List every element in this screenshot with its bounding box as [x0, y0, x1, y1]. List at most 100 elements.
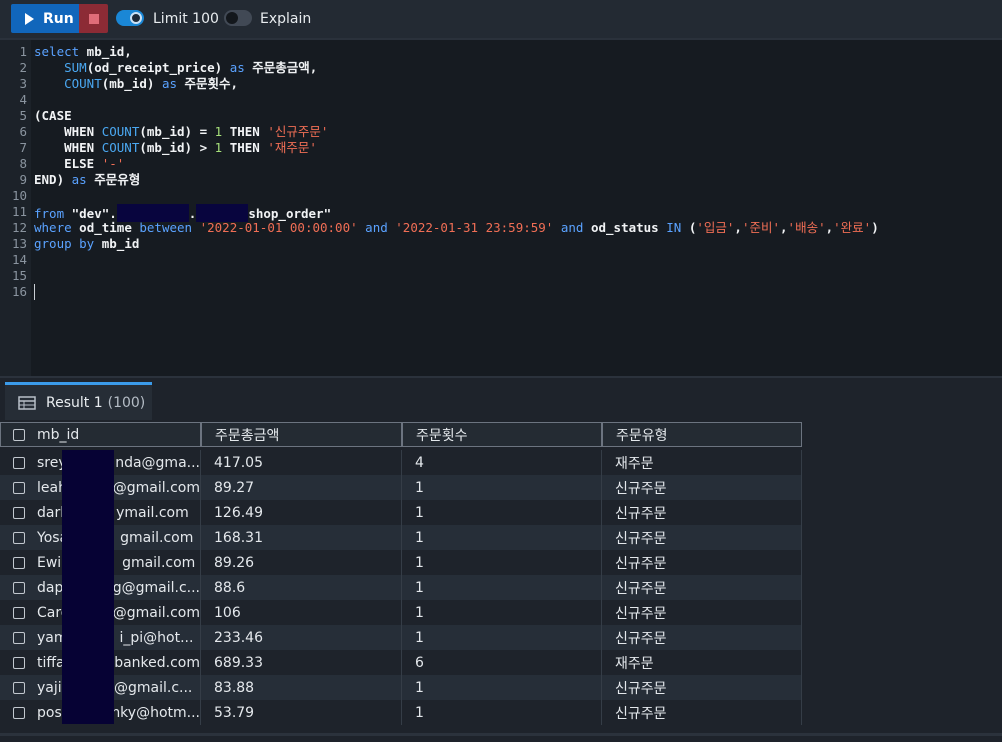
column-header-mb-id[interactable]: mb_id — [0, 422, 201, 447]
cell-value: 신규주문 — [615, 630, 667, 647]
column-header-total[interactable]: 주문총금액 — [201, 422, 402, 447]
cell-type[interactable]: 신규주문 — [602, 700, 802, 725]
code-line-5[interactable]: (CASE — [34, 108, 72, 124]
table-row[interactable]: srey nda@gma... 417.05 4 재주문 — [0, 450, 802, 475]
code-line-13[interactable]: group by mb_id — [34, 236, 139, 252]
text-cursor — [34, 284, 35, 300]
limit-toggle[interactable] — [116, 10, 144, 26]
cell-value: 신규주문 — [615, 480, 667, 497]
mb-id-suffix: nky@hotm... — [111, 704, 200, 721]
code-line-8[interactable]: ELSE '-' — [34, 156, 124, 172]
column-header-count[interactable]: 주문횟수 — [402, 422, 602, 447]
row-checkbox[interactable] — [13, 481, 25, 494]
cell-total[interactable]: 106 — [201, 600, 402, 625]
table-row[interactable]: posi nky@hotm... 53.79 1 신규주문 — [0, 700, 802, 725]
code-line-7[interactable]: WHEN COUNT(mb_id) > 1 THEN '재주문' — [34, 140, 317, 156]
cell-total[interactable]: 417.05 — [201, 450, 402, 475]
run-label: Run — [43, 10, 74, 27]
tab-result-1[interactable]: Result 1 (100) — [5, 382, 152, 420]
cell-total[interactable]: 168.31 — [201, 525, 402, 550]
cell-count[interactable]: 4 — [402, 450, 602, 475]
mb-id-suffix: @gmail.com — [112, 479, 200, 496]
row-checkbox[interactable] — [13, 506, 25, 519]
table-row[interactable]: yaji @gmail.c... 83.88 1 신규주문 — [0, 675, 802, 700]
cell-value: 1 — [415, 579, 424, 596]
cell-total[interactable]: 88.6 — [201, 575, 402, 600]
cell-value: 신규주문 — [615, 530, 667, 547]
table-row[interactable]: Ewin gmail.com 89.26 1 신규주문 — [0, 550, 802, 575]
row-checkbox[interactable] — [13, 706, 25, 719]
line-number: 1 — [19, 44, 27, 59]
cell-total[interactable]: 89.27 — [201, 475, 402, 500]
cell-count[interactable]: 1 — [402, 675, 602, 700]
row-checkbox[interactable] — [13, 631, 25, 644]
cell-count[interactable]: 1 — [402, 575, 602, 600]
cell-count[interactable]: 1 — [402, 525, 602, 550]
cell-type[interactable]: 신규주문 — [602, 475, 802, 500]
row-checkbox[interactable] — [13, 531, 25, 544]
cell-type[interactable]: 재주문 — [602, 650, 802, 675]
table-row[interactable]: Yosa gmail.com 168.31 1 신규주문 — [0, 525, 802, 550]
cell-total[interactable]: 689.33 — [201, 650, 402, 675]
cell-count[interactable]: 1 — [402, 600, 602, 625]
run-button[interactable]: Run — [11, 4, 79, 33]
cell-value: 233.46 — [214, 629, 263, 646]
explain-toggle[interactable] — [224, 10, 252, 26]
cell-total[interactable]: 53.79 — [201, 700, 402, 725]
cell-type[interactable]: 신규주문 — [602, 675, 802, 700]
row-checkbox[interactable] — [13, 681, 25, 694]
cell-type[interactable]: 신규주문 — [602, 525, 802, 550]
cell-value: 89.26 — [214, 554, 255, 571]
code-line-6[interactable]: WHEN COUNT(mb_id) = 1 THEN '신규주문' — [34, 124, 328, 140]
table-scrollbar[interactable] — [0, 727, 1002, 742]
table-row[interactable]: Caro @gmail.com 106 1 신규주문 — [0, 600, 802, 625]
cell-count[interactable]: 1 — [402, 500, 602, 525]
cell-total[interactable]: 126.49 — [201, 500, 402, 525]
row-checkbox[interactable] — [13, 456, 25, 469]
line-number: 8 — [19, 156, 27, 171]
cell-type[interactable]: 신규주문 — [602, 625, 802, 650]
cell-count[interactable]: 1 — [402, 625, 602, 650]
sql-editor[interactable]: 1 2 3 4 5 6 7 8 9 10 11 12 13 14 15 16 select mb_id, SU… — [0, 38, 1002, 380]
cell-total[interactable]: 83.88 — [201, 675, 402, 700]
row-checkbox[interactable] — [13, 581, 25, 594]
code-line-2[interactable]: SUM(od_receipt_price) as 주문총금액, — [34, 60, 317, 76]
cell-count[interactable]: 1 — [402, 475, 602, 500]
table-row[interactable]: dap g@gmail.c... 88.6 1 신규주문 — [0, 575, 802, 600]
cell-value: 126.49 — [214, 504, 263, 521]
cell-total[interactable]: 233.46 — [201, 625, 402, 650]
mb-id-suffix: @gmail.com — [112, 604, 200, 621]
table-row[interactable]: darl ymail.com 126.49 1 신규주문 — [0, 500, 802, 525]
cell-count[interactable]: 1 — [402, 550, 602, 575]
table-row[interactable]: yam i_pi@hot... 233.46 1 신규주문 — [0, 625, 802, 650]
cell-value: 1 — [415, 529, 424, 546]
line-number: 12 — [11, 220, 27, 235]
cell-type[interactable]: 신규주문 — [602, 600, 802, 625]
code-line-12[interactable]: where od_time between '2022-01-01 00:00:… — [34, 220, 879, 236]
column-label: 주문횟수 — [416, 427, 468, 444]
table-row[interactable]: tiffa banked.com 689.33 6 재주문 — [0, 650, 802, 675]
table-header: mb_id 주문총금액 주문횟수 주문유형 — [0, 422, 802, 447]
cell-type[interactable]: 재주문 — [602, 450, 802, 475]
row-checkbox[interactable] — [13, 556, 25, 569]
select-all-checkbox[interactable] — [13, 428, 25, 441]
code-line-1[interactable]: select mb_id, — [34, 44, 132, 60]
cell-type[interactable]: 신규주문 — [602, 575, 802, 600]
line-number: 2 — [19, 60, 27, 75]
cell-total[interactable]: 89.26 — [201, 550, 402, 575]
column-header-type[interactable]: 주문유형 — [602, 422, 802, 447]
stop-button[interactable] — [79, 4, 108, 33]
line-number: 4 — [19, 92, 27, 107]
row-checkbox[interactable] — [13, 656, 25, 669]
table-row[interactable]: leah @gmail.com 89.27 1 신규주문 — [0, 475, 802, 500]
cell-value: 신규주문 — [615, 505, 667, 522]
cell-value: 1 — [415, 479, 424, 496]
cell-type[interactable]: 신규주문 — [602, 550, 802, 575]
row-checkbox[interactable] — [13, 606, 25, 619]
cell-type[interactable]: 신규주문 — [602, 500, 802, 525]
code-line-3[interactable]: COUNT(mb_id) as 주문횟수, — [34, 76, 238, 92]
cell-count[interactable]: 6 — [402, 650, 602, 675]
code-line-9[interactable]: END) as 주문유형 — [34, 172, 140, 188]
mb-id-prefix: dap — [37, 579, 64, 596]
cell-count[interactable]: 1 — [402, 700, 602, 725]
